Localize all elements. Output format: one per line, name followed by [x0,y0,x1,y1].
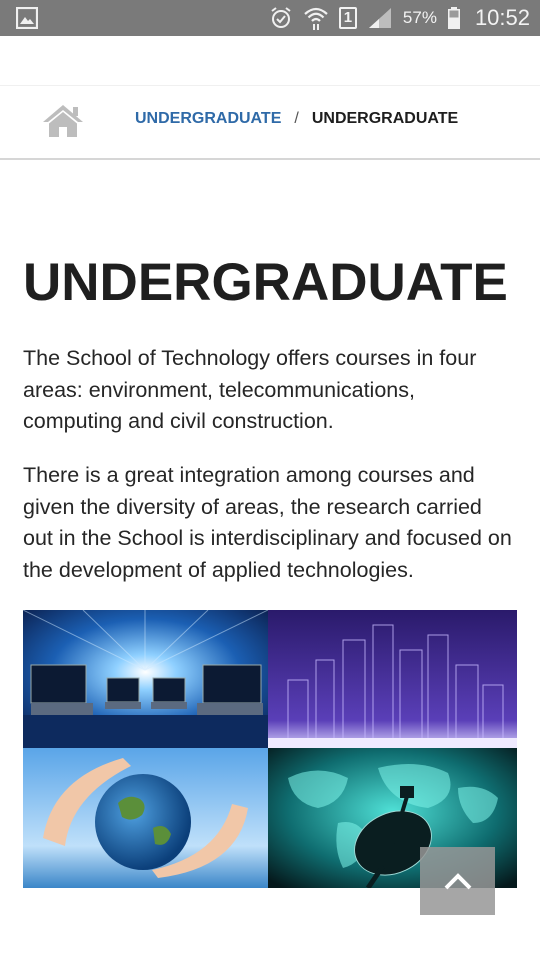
sim-icon: 1 [338,7,357,29]
home-icon[interactable] [42,103,84,139]
breadcrumb-current: UNDERGRADUATE [311,110,459,127]
status-bar: 1 57% 10:52 [0,0,540,36]
breadcrumb: UNDERGRADUATE / UNDERGRADUATE [0,86,540,160]
page-title: UNDERGRADUATE [23,253,508,312]
battery-icon [447,7,460,29]
clock: 10:52 [474,5,530,30]
breadcrumb-separator: / [294,110,299,127]
gallery-icon [16,7,38,29]
intro-paragraph: The School of Technology offers courses … [23,346,477,433]
construction-image [268,610,517,748]
chevron-up-icon [444,873,471,890]
environment-image [23,748,268,888]
breadcrumb-parent-link[interactable]: UNDERGRADUATE [135,110,281,128]
research-paragraph: There is a great integration among cours… [23,463,512,582]
battery-percent: 57% [402,8,437,27]
wifi-icon [304,7,328,30]
signal-icon [368,8,391,28]
back-to-top-button[interactable] [420,847,495,915]
computing-image [23,610,268,748]
alarm-icon [271,7,291,28]
